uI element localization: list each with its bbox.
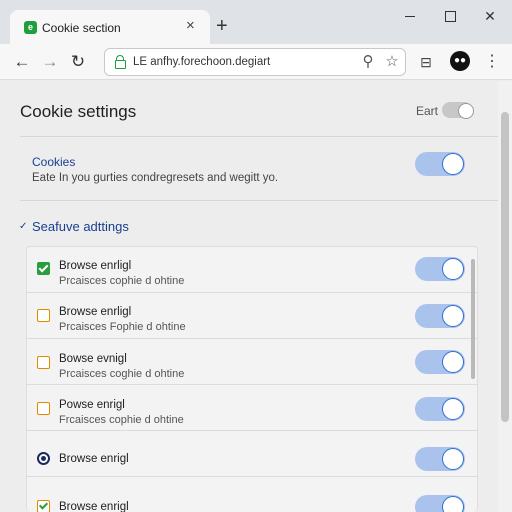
item-toggle[interactable] xyxy=(415,304,465,328)
reload-button[interactable]: ↻ xyxy=(68,52,88,72)
list-item[interactable]: Browse enrligl Prcaisces cophie d ohtine xyxy=(27,247,477,293)
list-item[interactable]: Bowse evnigl Prcaisces coghie d ohtine xyxy=(27,339,477,385)
tab-close-icon[interactable]: × xyxy=(186,18,195,34)
minimize-button[interactable] xyxy=(400,6,420,26)
forward-button[interactable]: → xyxy=(40,52,60,72)
item-subtitle: Prcaisces coghie d ohtine xyxy=(59,368,185,380)
item-toggle[interactable] xyxy=(415,495,465,512)
site-favicon-icon: e xyxy=(24,21,37,34)
item-label: Bowse evnigl xyxy=(59,353,127,365)
top-toggle-switch[interactable] xyxy=(442,102,474,119)
list-scrollbar[interactable] xyxy=(471,259,475,379)
maximize-button[interactable] xyxy=(440,6,460,26)
profile-avatar[interactable]: ●● xyxy=(450,51,470,71)
top-toggle-label: Eart xyxy=(416,104,439,118)
item-subtitle: Prcaisces Fophie d ohtine xyxy=(59,321,186,333)
url-text[interactable]: LE anfhy.forechoon.degiart xyxy=(133,56,270,68)
list-item[interactable]: Browse enrigl xyxy=(27,431,477,477)
tab-strip: e Cookie section × + ✕ xyxy=(0,0,512,44)
item-subtitle: Prcaisces cophie d ohtine xyxy=(59,275,185,287)
item-label: Browse enrligl xyxy=(59,260,132,272)
page-scrollbar-thumb[interactable] xyxy=(501,112,509,422)
item-label: Browse enrigl xyxy=(59,501,129,512)
browser-toolbar: ← → ↻ LE anfhy.forechoon.degiart ⚲ ☆ ⊟ ●… xyxy=(0,44,512,80)
extension-icon[interactable]: ⚲ xyxy=(359,53,377,71)
settings-page: Cookie settings Eart Cookies Eate In you… xyxy=(0,81,512,512)
list-item[interactable]: Powse enrigl Frcaisces cophie d ohtine xyxy=(27,385,477,431)
checkbox-icon[interactable] xyxy=(37,309,50,322)
address-bar[interactable]: LE anfhy.forechoon.degiart ⚲ ☆ xyxy=(104,48,406,76)
page-title: Cookie settings xyxy=(20,102,137,121)
item-toggle[interactable] xyxy=(415,257,465,281)
divider xyxy=(20,136,504,137)
item-label: Browse enrligl xyxy=(59,306,132,318)
tab-cookie-section[interactable]: e Cookie section × xyxy=(10,10,210,44)
close-window-button[interactable]: ✕ xyxy=(480,6,500,26)
item-subtitle: Frcaisces cophie d ohtine xyxy=(59,414,184,426)
checkbox-checked-icon[interactable] xyxy=(37,500,50,512)
item-toggle[interactable] xyxy=(415,447,465,471)
item-toggle[interactable] xyxy=(415,350,465,374)
settings-list: Browse enrligl Prcaisces cophie d ohtine… xyxy=(26,246,478,512)
list-item[interactable]: Browse enrigl xyxy=(27,477,477,512)
cookies-toggle[interactable] xyxy=(415,152,465,176)
divider xyxy=(20,200,504,201)
menu-kebab-icon[interactable]: ⋮ xyxy=(482,52,502,72)
item-label: Powse enrigl xyxy=(59,399,125,411)
lock-icon[interactable] xyxy=(115,55,126,69)
checkbox-icon[interactable] xyxy=(37,402,50,415)
checkbox-icon[interactable] xyxy=(37,356,50,369)
tab-title: Cookie section xyxy=(42,21,121,35)
back-button[interactable]: ← xyxy=(12,52,32,72)
item-toggle[interactable] xyxy=(415,397,465,421)
item-label: Browse enrigl xyxy=(59,453,129,465)
chevron-down-icon[interactable]: ✓ xyxy=(19,221,27,232)
cookies-description: Eate In you gurties condregresets and we… xyxy=(32,172,279,184)
checkbox-checked-icon[interactable] xyxy=(37,262,50,275)
bookmark-star-icon[interactable]: ☆ xyxy=(383,53,401,71)
cookies-heading: Cookies xyxy=(32,155,76,169)
side-panel-icon[interactable]: ⊟ xyxy=(416,52,436,72)
list-item[interactable]: Browse enrligl Prcaisces Fophie d ohtine xyxy=(27,293,477,339)
new-tab-button[interactable]: + xyxy=(216,16,228,36)
radio-selected-icon[interactable] xyxy=(37,452,50,465)
section-heading[interactable]: Seafuve adttings xyxy=(32,219,129,234)
